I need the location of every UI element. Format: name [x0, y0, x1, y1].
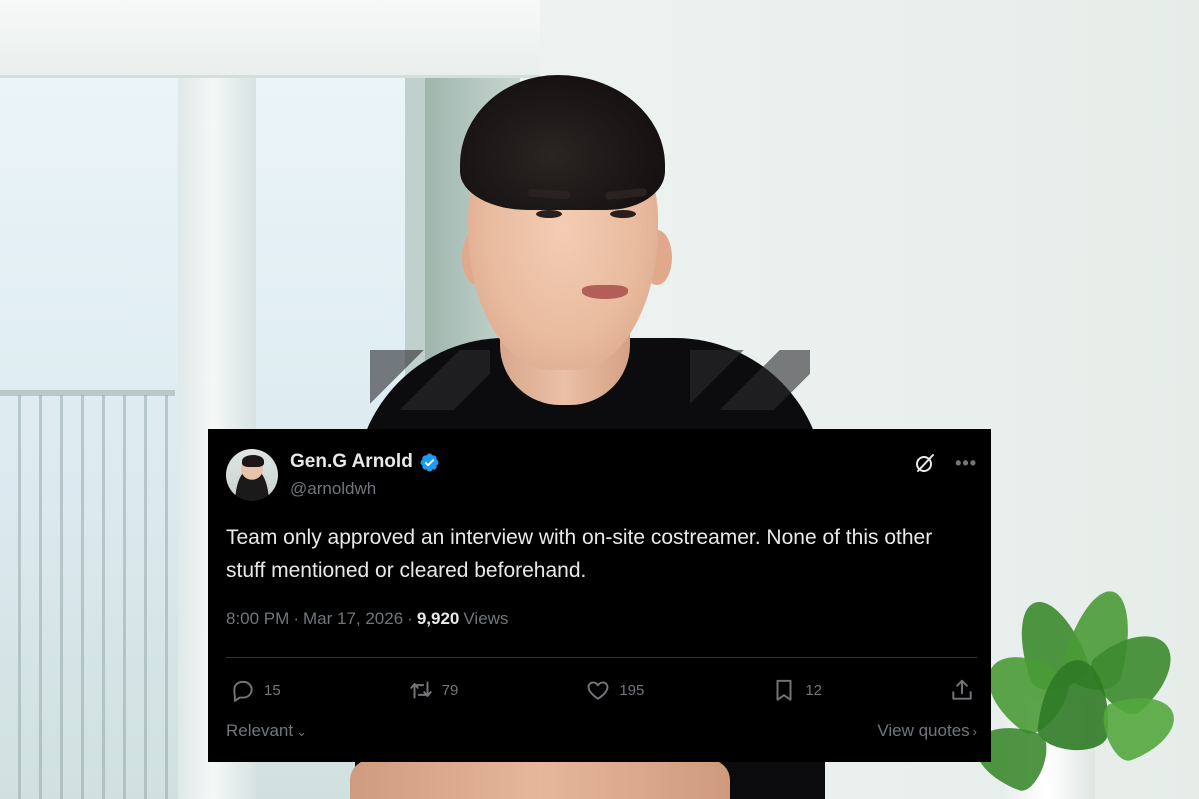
chevron-down-icon: ⌄: [296, 724, 308, 739]
like-button[interactable]: 195: [585, 677, 644, 703]
view-quotes-label: View quotes: [877, 721, 970, 740]
plant: [966, 583, 1189, 799]
view-quotes-link[interactable]: View quotes ›: [877, 721, 977, 741]
author-name-row[interactable]: Gen.G Arnold: [290, 451, 440, 473]
author-info: Gen.G Arnold @arnoldwh: [290, 451, 440, 499]
tweet-text: Team only approved an interview with on-…: [226, 526, 933, 582]
chevron-right-icon: ›: [972, 724, 977, 739]
share-button[interactable]: [949, 677, 975, 703]
tweet-header: Gen.G Arnold @arnoldwh •••: [226, 447, 977, 503]
author-handle[interactable]: @arnoldwh: [290, 479, 440, 499]
header-actions: •••: [913, 451, 977, 475]
views-count[interactable]: 9,920: [417, 609, 460, 629]
sort-label: Relevant: [226, 721, 294, 740]
like-count: 195: [619, 681, 645, 699]
replies-footer: Relevant ⌄ View quotes ›: [226, 721, 977, 741]
meta-separator: ·: [293, 609, 299, 628]
views-label: Views: [463, 609, 509, 628]
tweet-time[interactable]: 8:00 PM: [226, 609, 289, 629]
avatar[interactable]: [226, 449, 278, 501]
repost-icon: [409, 681, 432, 699]
reply-button[interactable]: 15: [230, 677, 281, 703]
like-icon: [587, 681, 609, 700]
grok-icon[interactable]: [913, 451, 937, 475]
tweet-card: Gen.G Arnold @arnoldwh ••• Team only app…: [208, 429, 991, 762]
repost-button[interactable]: 79: [408, 677, 459, 703]
repost-count: 79: [441, 681, 459, 699]
hands: [350, 760, 730, 799]
verified-badge-icon: [420, 453, 439, 471]
tweet-date[interactable]: Mar 17, 2026: [303, 609, 403, 629]
sort-dropdown[interactable]: Relevant ⌄: [226, 721, 307, 741]
share-icon: [952, 679, 972, 700]
bookmark-icon: [776, 679, 792, 701]
divider: [226, 657, 977, 658]
bookmark-button[interactable]: 12: [771, 677, 822, 703]
display-name[interactable]: Gen.G Arnold: [290, 451, 413, 473]
reply-count: 15: [264, 681, 281, 699]
balcony-railing: [0, 395, 175, 799]
meta-separator-2: ·: [407, 609, 413, 628]
more-icon[interactable]: •••: [955, 454, 977, 472]
action-bar: 15 79 195 12: [230, 677, 975, 703]
bookmark-count: 12: [805, 681, 822, 699]
tweet-meta: 8:00 PM · Mar 17, 2026 · 9,920 Views: [226, 609, 508, 629]
reply-icon: [233, 680, 253, 702]
